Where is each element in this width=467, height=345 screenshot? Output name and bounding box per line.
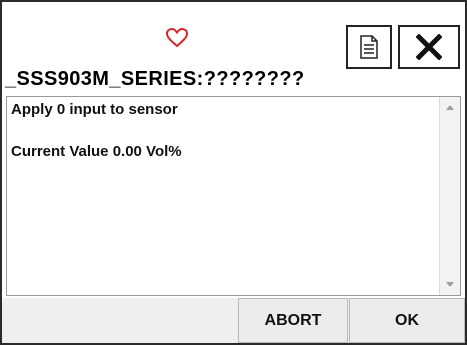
scroll-up-arrow-icon[interactable] [446, 105, 454, 110]
document-button[interactable] [346, 25, 392, 69]
scroll-down-arrow-icon[interactable] [446, 282, 454, 287]
vertical-scrollbar[interactable] [439, 97, 460, 295]
dialog-window: _SSS903M_SERIES:???????? Apply 0 input t… [0, 0, 467, 345]
ok-button[interactable]: OK [349, 298, 465, 343]
close-icon [416, 34, 442, 60]
title-bar: _SSS903M_SERIES:???????? [2, 2, 465, 96]
current-value-text: Current Value 0.00 Vol% [11, 143, 182, 160]
document-icon [360, 35, 378, 59]
close-button[interactable] [398, 25, 460, 69]
heart-outline-icon [166, 28, 188, 48]
abort-button[interactable]: ABORT [238, 298, 348, 343]
instruction-text: Apply 0 input to sensor [11, 101, 178, 118]
dialog-title: _SSS903M_SERIES:???????? [5, 68, 305, 90]
message-area: Apply 0 input to sensor Current Value 0.… [6, 96, 461, 296]
button-bar: ABORT OK [2, 298, 465, 343]
